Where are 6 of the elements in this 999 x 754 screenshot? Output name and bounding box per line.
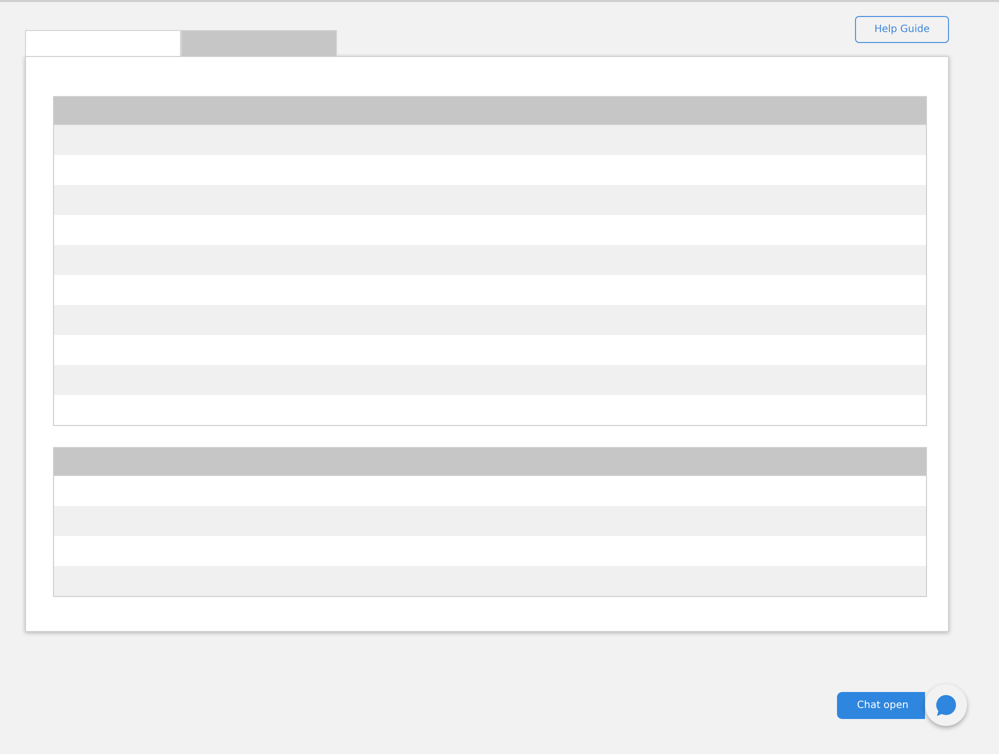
chat-open-button[interactable]: Chat open: [837, 692, 925, 718]
tab[interactable]: [181, 30, 337, 56]
chat-bubble-button[interactable]: [925, 684, 967, 726]
tab[interactable]: [25, 30, 181, 56]
speech-bubble-icon: [934, 693, 958, 717]
help-guide-button[interactable]: Help Guide: [855, 16, 949, 43]
